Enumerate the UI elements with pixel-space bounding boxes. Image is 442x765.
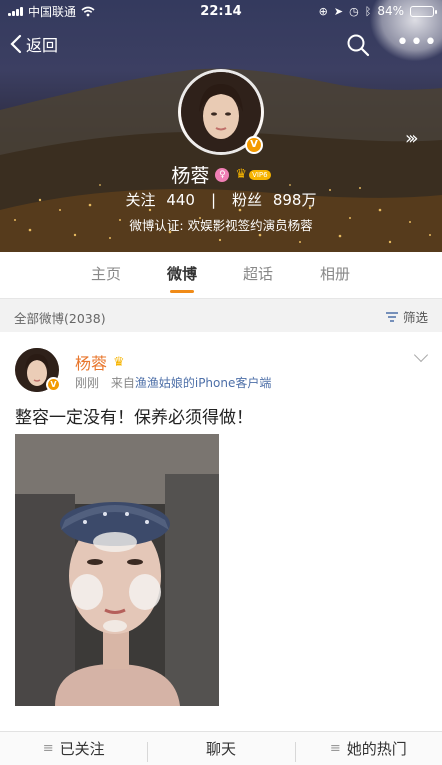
- carrier-name: 中国联通: [28, 4, 77, 19]
- tab-supertopic[interactable]: 超话: [228, 252, 288, 299]
- chat-label: 聊天: [205, 740, 236, 758]
- battery-icon: [410, 5, 437, 17]
- following-label: 关注: [125, 191, 156, 209]
- post-source-link[interactable]: 渔渔姑娘的iPhone客户端: [135, 376, 272, 390]
- post-photo-image: [15, 434, 219, 706]
- top-nav: 返回 •••: [0, 28, 442, 62]
- bluetooth-icon: ᛒ: [364, 4, 372, 18]
- filter-icon: [385, 311, 398, 322]
- post-meta: 刚刚 来自渔渔姑娘的iPhone客户端: [75, 374, 271, 391]
- author-crown-icon: ♛: [113, 354, 125, 370]
- menu-lines-icon: ≡: [42, 741, 54, 756]
- post-time: 刚刚: [75, 376, 100, 390]
- post-author[interactable]: 杨蓉 ♛: [75, 350, 125, 374]
- chevron-left-icon: [10, 34, 22, 54]
- author-verified-icon: V: [46, 377, 61, 392]
- followers-stat[interactable]: 粉丝 898万: [232, 189, 316, 210]
- following-stat[interactable]: 关注 440: [126, 189, 195, 210]
- back-button[interactable]: 返回: [10, 32, 58, 56]
- bottom-action-bar: ≡ 已关注 聊天 ≡ 她的热门: [0, 731, 442, 765]
- wifi-icon: [81, 6, 95, 16]
- vip-level: VIP6: [249, 169, 271, 180]
- post-source-prefix: 来自: [110, 376, 135, 390]
- expand-arrows-icon[interactable]: ›››: [405, 128, 418, 149]
- profile-tabs: 主页 微博 超话 相册: [0, 252, 442, 299]
- more-button[interactable]: •••: [396, 32, 438, 54]
- search-button[interactable]: [346, 33, 370, 61]
- following-count: 440: [166, 191, 195, 209]
- chat-button[interactable]: 聊天: [147, 732, 294, 765]
- stats-divider: |: [210, 190, 217, 209]
- verified-badge-icon: V: [245, 136, 263, 154]
- profile-cover: 中国联通 22:14 ⊕ ➤ ◷ ᛒ 84% 返回 ••• V ››› 杨蓉 ♀…: [0, 0, 442, 252]
- profile-name-row: 杨蓉 ♀ ♛ VIP6: [0, 161, 442, 188]
- search-icon: [347, 34, 370, 57]
- signal-icon: [8, 6, 23, 16]
- tab-home[interactable]: 主页: [76, 252, 136, 299]
- menu-lines-icon: ≡: [329, 741, 341, 756]
- profile-name: 杨蓉: [171, 165, 210, 187]
- crown-icon: ♛: [235, 167, 248, 182]
- post-options-chevron-icon[interactable]: [413, 347, 429, 363]
- more-dots-icon: •••: [396, 30, 438, 55]
- tab-album[interactable]: 相册: [305, 252, 365, 299]
- followers-count: 898万: [272, 191, 317, 209]
- followed-button[interactable]: ≡ 已关注: [0, 732, 147, 765]
- lock-rotation-icon: ⊕: [318, 4, 328, 18]
- filter-label: 筛选: [402, 310, 428, 325]
- profile-stats: 关注 440 | 粉丝 898万: [0, 189, 442, 210]
- location-icon: ➤: [333, 4, 344, 18]
- female-gender-icon: ♀: [215, 167, 230, 182]
- vip-badge[interactable]: ♛ VIP6: [235, 167, 271, 182]
- post-author-name: 杨蓉: [75, 354, 108, 373]
- her-hot-label: 她的热门: [346, 740, 407, 758]
- tab-weibo[interactable]: 微博: [152, 252, 212, 299]
- filter-button[interactable]: 筛选: [385, 307, 428, 326]
- followed-label: 已关注: [59, 740, 105, 758]
- her-hot-button[interactable]: ≡ 她的热门: [294, 732, 442, 765]
- back-label: 返回: [26, 36, 59, 55]
- post-image[interactable]: [15, 434, 219, 706]
- weibo-count: 全部微博(2038): [14, 311, 106, 326]
- battery-percent: 84%: [377, 4, 404, 18]
- post-text: 整容一定没有！保养必须得做！: [15, 408, 253, 428]
- status-bar: 中国联通 22:14 ⊕ ➤ ◷ ᛒ 84%: [0, 0, 442, 22]
- weibo-filter-bar: 全部微博(2038) 筛选: [0, 300, 442, 332]
- weibo-post: V 杨蓉 ♛ 刚刚 来自渔渔姑娘的iPhone客户端 整容一定没有！保养必须得做…: [0, 332, 442, 732]
- followers-label: 粉丝: [232, 191, 263, 209]
- alarm-icon: ◷: [349, 4, 359, 18]
- certification-text: 微博认证: 欢娱影视签约演员杨蓉: [129, 218, 313, 233]
- clock: 22:14: [200, 3, 242, 19]
